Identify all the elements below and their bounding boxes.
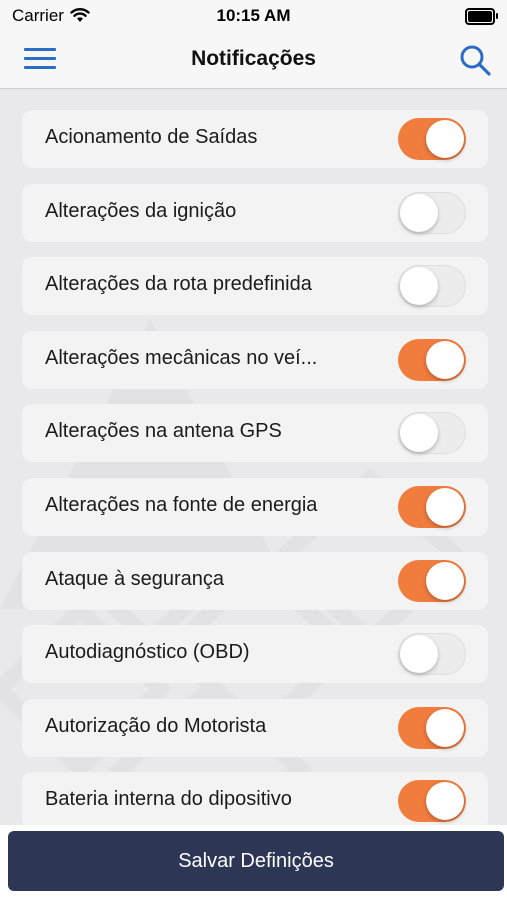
notification-label: Autodiagnóstico (OBD) [45, 641, 250, 664]
toggle-knob [400, 414, 438, 453]
battery-icon [465, 8, 498, 25]
notification-label: Acionamento de Saídas [45, 126, 258, 148]
notification-toggle[interactable] [398, 265, 466, 308]
notification-toggle[interactable] [398, 780, 466, 823]
notification-toggle[interactable] [398, 338, 466, 381]
notification-label: Alterações da rota predefinida [45, 273, 312, 296]
notification-label: Bateria interna do dipositivo [45, 788, 292, 811]
notification-label: Alterações na antena GPS [45, 420, 282, 443]
toggle-knob [426, 488, 464, 526]
notification-list-area[interactable]: Acionamento de Saídas Alterações da igniç… [0, 89, 507, 825]
notification-row: Alterações na antena GPS [22, 404, 488, 463]
page-title: Notificações [191, 47, 316, 70]
notification-row: Autorização do Motorista [22, 698, 488, 757]
notification-toggle[interactable] [398, 118, 466, 160]
notification-row: Alterações da ignição [22, 183, 488, 242]
toggle-knob [400, 635, 438, 674]
notification-toggle[interactable] [398, 412, 466, 455]
search-icon[interactable] [457, 42, 493, 78]
notification-toggle[interactable] [398, 559, 466, 602]
toggle-knob [400, 193, 438, 232]
notification-toggle[interactable] [398, 633, 466, 676]
status-bar: Carrier 10:15 AM [0, 0, 507, 34]
notification-toggle[interactable] [398, 191, 466, 234]
toggle-knob [426, 340, 464, 379]
notification-label: Ataque à segurança [45, 567, 225, 590]
notification-toggle[interactable] [398, 706, 466, 749]
notification-row: Alterações da rota predefinida [22, 257, 488, 316]
toggle-knob [426, 708, 464, 747]
notification-row: Bateria interna do dipositivo [22, 772, 488, 825]
notification-row: Alterações mecânicas no veí... [22, 330, 488, 389]
notification-row: Autodiagnóstico (OBD) [22, 625, 488, 684]
toggle-knob [426, 561, 464, 600]
notification-row: Ataque à segurança [22, 551, 488, 610]
toggle-knob [426, 782, 464, 821]
footer-bar: Salvar Definições [0, 825, 507, 900]
save-settings-button[interactable]: Salvar Definições [8, 831, 504, 891]
clock-time: 10:15 AM [216, 6, 291, 25]
toggle-knob [426, 120, 464, 158]
notification-row: Acionamento de Saídas [22, 110, 488, 168]
notification-label: Autorização do Motorista [45, 714, 267, 737]
notification-toggle[interactable] [398, 486, 466, 528]
toggle-knob [400, 267, 438, 306]
navigation-bar: Notificações [0, 34, 507, 89]
notification-label: Alterações da ignição [45, 199, 237, 222]
notification-label: Alterações na fonte de energia [45, 494, 318, 516]
notification-label: Alterações mecânicas no veí... [45, 346, 318, 369]
notification-row: Alterações na fonte de energia [22, 478, 488, 536]
